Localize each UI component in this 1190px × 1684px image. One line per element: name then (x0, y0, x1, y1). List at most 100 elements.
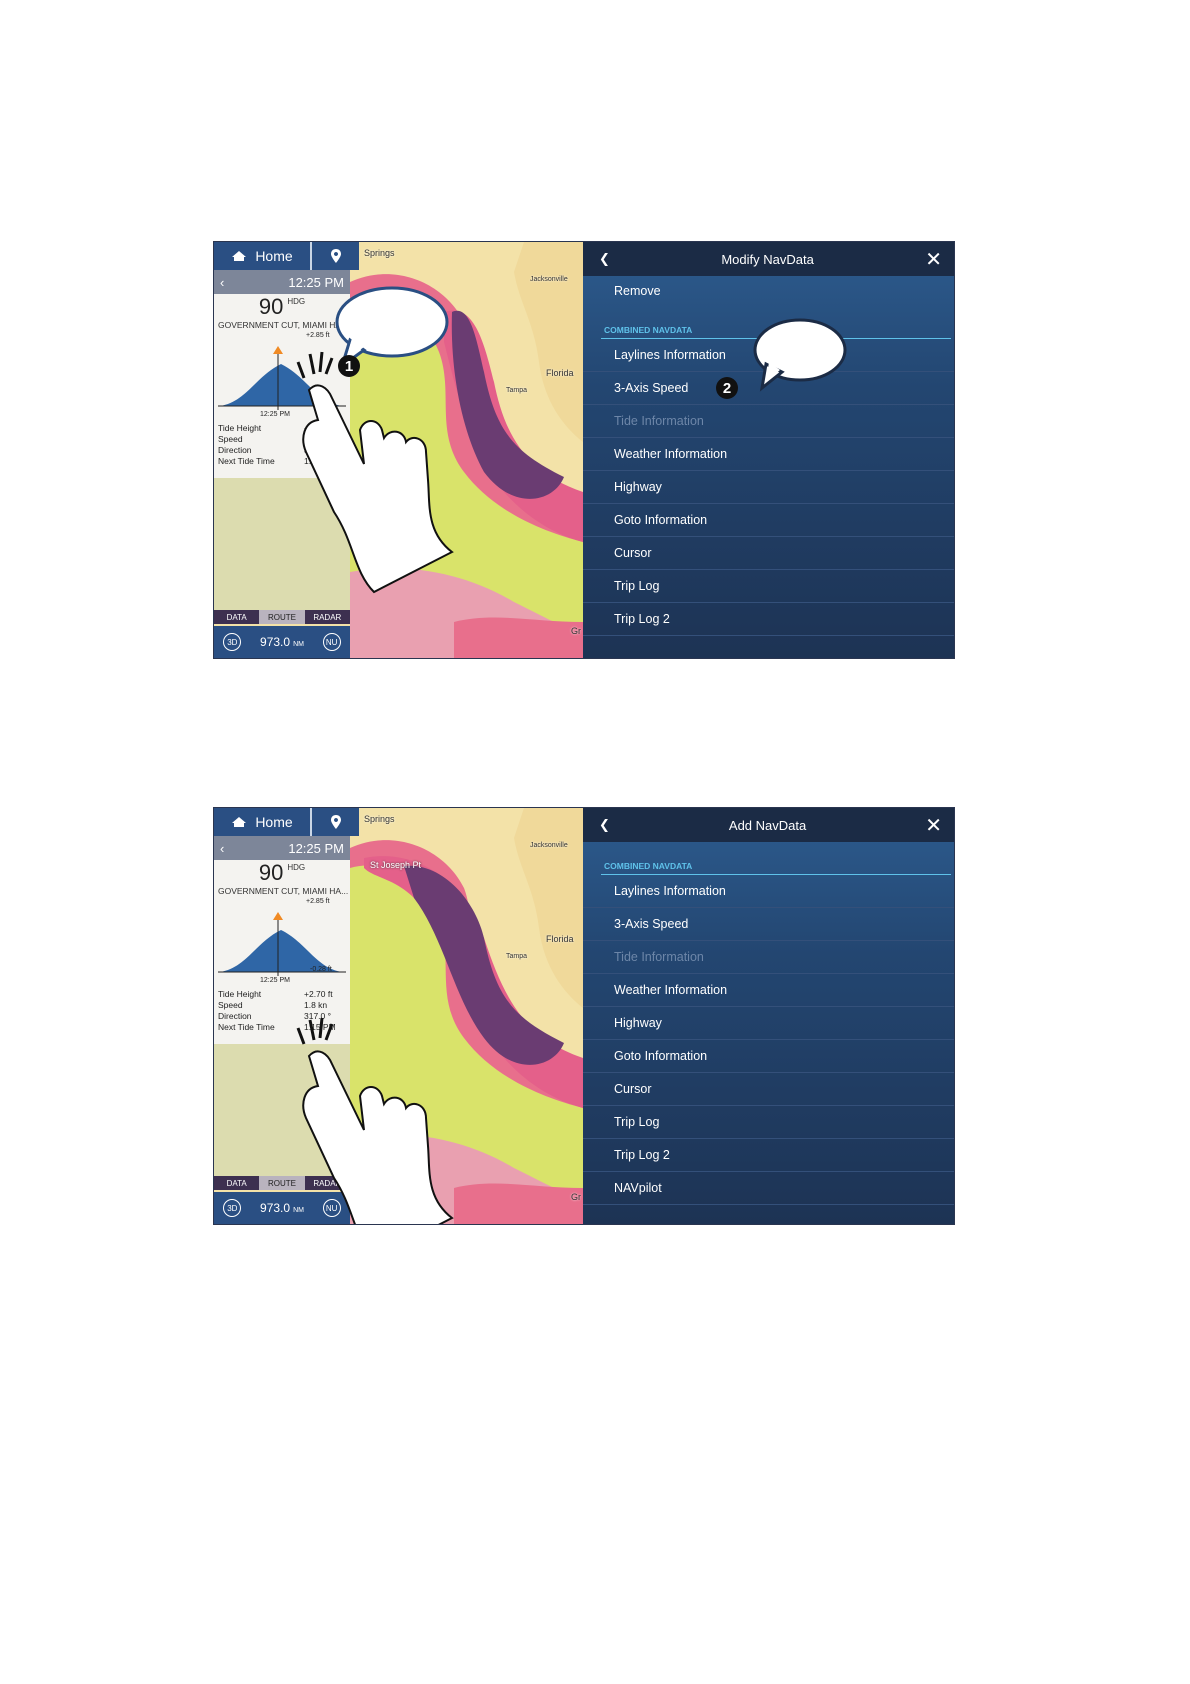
tab-data[interactable]: DATA (214, 1176, 260, 1190)
tab-radar[interactable]: RADAR (304, 1176, 350, 1190)
back-chevron-icon[interactable]: ‹ (220, 841, 224, 856)
panel-map-shade (214, 1044, 350, 1176)
dialog-title: Add NavData (728, 817, 807, 833)
tide-station-name: GOVERNMENT CUT, MIAMI HA... (218, 320, 349, 330)
screenshot-modify-navdata: Home Springs Jacksonville Tampa Florida … (213, 241, 955, 659)
mode-3d-button[interactable]: 3D (223, 1199, 242, 1217)
tide-row: Next Tide Time 1:15 PM (218, 456, 336, 466)
chart-map[interactable]: Home Springs St Joseph Pt Jacksonville T… (214, 808, 583, 1224)
menu-item-weather[interactable]: Weather Information (583, 974, 954, 1007)
panel-map-shade (214, 478, 350, 610)
menu-item-trip-log-2[interactable]: Trip Log 2 (583, 603, 954, 636)
home-button[interactable]: Home (214, 242, 312, 270)
tide-row: Speed 1.8 kn (218, 434, 328, 444)
panel-time: 12:25 PM (288, 840, 344, 856)
menu-item-cursor[interactable]: Cursor (583, 1073, 954, 1106)
menu-item-trip-log-2[interactable]: Trip Log 2 (583, 1139, 954, 1172)
tide-row: Tide Height +2.70 ft (218, 423, 333, 433)
remove-button[interactable]: Remove (583, 276, 954, 322)
map-label-jacksonville: Jacksonville (530, 276, 568, 283)
menu-item-trip-log[interactable]: Trip Log (583, 570, 954, 603)
add-navdata-dialog: ❮ Add NavData ✕ COMBINED NAVDATA Layline… (583, 808, 954, 1224)
tide-info-table: Tide Height +2.70 ft Speed 1.8 kn Directio… (218, 989, 346, 1033)
home-label: Home (255, 248, 293, 264)
chart-map[interactable]: Home Springs Jacksonville Tampa Florida … (214, 242, 583, 658)
panel-tabs: DATA ROUTE RADAR (214, 610, 350, 624)
menu-item-3axis-speed[interactable]: 3-Axis Speed (583, 372, 954, 405)
modify-navdata-dialog: ❮ Modify NavData ✕ Remove COMBINED NAVDA… (583, 242, 954, 658)
tide-row: Next Tide Time 1:15 PM (218, 1022, 336, 1032)
top-nav-bar: Home (214, 242, 359, 270)
tide-row: Direction 317.0 ° (218, 1011, 332, 1021)
menu-item-3axis-speed[interactable]: 3-Axis Speed (583, 908, 954, 941)
tide-station-name: GOVERNMENT CUT, MIAMI HA... (218, 886, 349, 896)
home-icon (232, 251, 247, 261)
tide-row: Tide Height +2.70 ft (218, 989, 333, 999)
back-chevron-icon[interactable]: ‹ (220, 275, 224, 290)
close-icon[interactable]: ✕ (925, 813, 942, 838)
map-label-jacksonville: Jacksonville (530, 842, 568, 849)
heading-unit: HDG (287, 863, 306, 872)
tab-radar[interactable]: RADAR (304, 610, 350, 624)
map-label-florida: Florida (546, 368, 574, 378)
menu-item-goto[interactable]: Goto Information (583, 1040, 954, 1073)
callout-number-1: 1 (338, 355, 360, 377)
dialog-spacer (583, 842, 954, 858)
tab-route[interactable]: ROUTE (259, 1176, 305, 1190)
screenshot-add-navdata: Home Springs St Joseph Pt Jacksonville T… (213, 807, 955, 1225)
menu-item-laylines[interactable]: Laylines Information (583, 339, 954, 372)
menu-item-trip-log[interactable]: Trip Log (583, 1106, 954, 1139)
map-label-springs: Springs (364, 248, 395, 258)
heading-value: 90 (258, 294, 284, 319)
waypoint-button[interactable] (312, 242, 359, 270)
home-button[interactable]: Home (214, 808, 312, 836)
status-bar: 3D 973.0 NM NU (214, 626, 350, 658)
waypoint-button[interactable] (312, 808, 359, 836)
map-label-edge: Gr (571, 626, 581, 636)
heading-value: 90 (258, 860, 284, 885)
tide-row: Direction 317.0 ° (218, 445, 332, 455)
menu-item-highway[interactable]: Highway (583, 471, 954, 504)
tide-row: Speed 1.8 kn (218, 1000, 328, 1010)
menu-item-navpilot[interactable]: NAVpilot (583, 1172, 954, 1205)
menu-item-laylines[interactable]: Laylines Information (583, 875, 954, 908)
distance-readout: 973.0 NM (260, 635, 304, 649)
orientation-button[interactable]: NU (322, 1199, 341, 1217)
tab-data[interactable]: DATA (214, 610, 260, 624)
location-pin-icon (330, 249, 341, 263)
chart-time-label: 12:25 PM (260, 977, 290, 984)
menu-item-goto[interactable]: Goto Information (583, 504, 954, 537)
orientation-button[interactable]: NU (322, 633, 341, 651)
menu-item-weather[interactable]: Weather Information (583, 438, 954, 471)
tide-data-panel[interactable]: ‹ 12:25 PM 90 HDG GOVERNMENT CUT, MIAMI … (214, 836, 350, 1044)
heading-unit: HDG (287, 297, 306, 306)
tab-route[interactable]: ROUTE (259, 610, 305, 624)
map-label-florida: Florida (546, 934, 574, 944)
chart-low-label: -0.28 ft (310, 966, 332, 973)
menu-item-tide-info: Tide Information (583, 405, 954, 438)
menu-item-highway[interactable]: Highway (583, 1007, 954, 1040)
section-combined-navdata: COMBINED NAVDATA (601, 858, 951, 875)
mode-3d-button[interactable]: 3D (223, 633, 242, 651)
map-label-st-joseph: St Joseph Pt (370, 860, 422, 870)
chart-high-label: +2.85 ft (306, 898, 330, 905)
back-chevron-icon[interactable]: ❮ (599, 817, 610, 833)
panel-header: ‹ 12:25 PM (214, 836, 350, 860)
tide-data-panel[interactable]: ‹ 12:25 PM 90 HDG GOVERNMENT CUT, MIAMI … (214, 270, 350, 478)
close-icon[interactable]: ✕ (925, 247, 942, 272)
map-label-tampa: Tampa (506, 953, 528, 960)
status-bar: 3D 973.0 NM NU (214, 1192, 350, 1224)
dialog-header: ❮ Modify NavData ✕ (583, 242, 954, 276)
section-combined-navdata: COMBINED NAVDATA (601, 322, 951, 339)
tide-info-table: Tide Height +2.70 ft Speed 1.8 kn Directio… (218, 423, 346, 467)
map-label-springs: Springs (364, 814, 395, 824)
panel-tabs: DATA ROUTE RADAR (214, 1176, 350, 1190)
menu-item-cursor[interactable]: Cursor (583, 537, 954, 570)
panel-header: ‹ 12:25 PM (214, 270, 350, 294)
location-pin-icon (330, 815, 341, 829)
chart-time-label: 12:25 PM (260, 411, 290, 418)
map-label-tampa: Tampa (506, 387, 528, 394)
back-chevron-icon[interactable]: ❮ (599, 251, 610, 267)
chart-high-label: +2.85 ft (306, 332, 330, 339)
home-icon (232, 817, 247, 827)
